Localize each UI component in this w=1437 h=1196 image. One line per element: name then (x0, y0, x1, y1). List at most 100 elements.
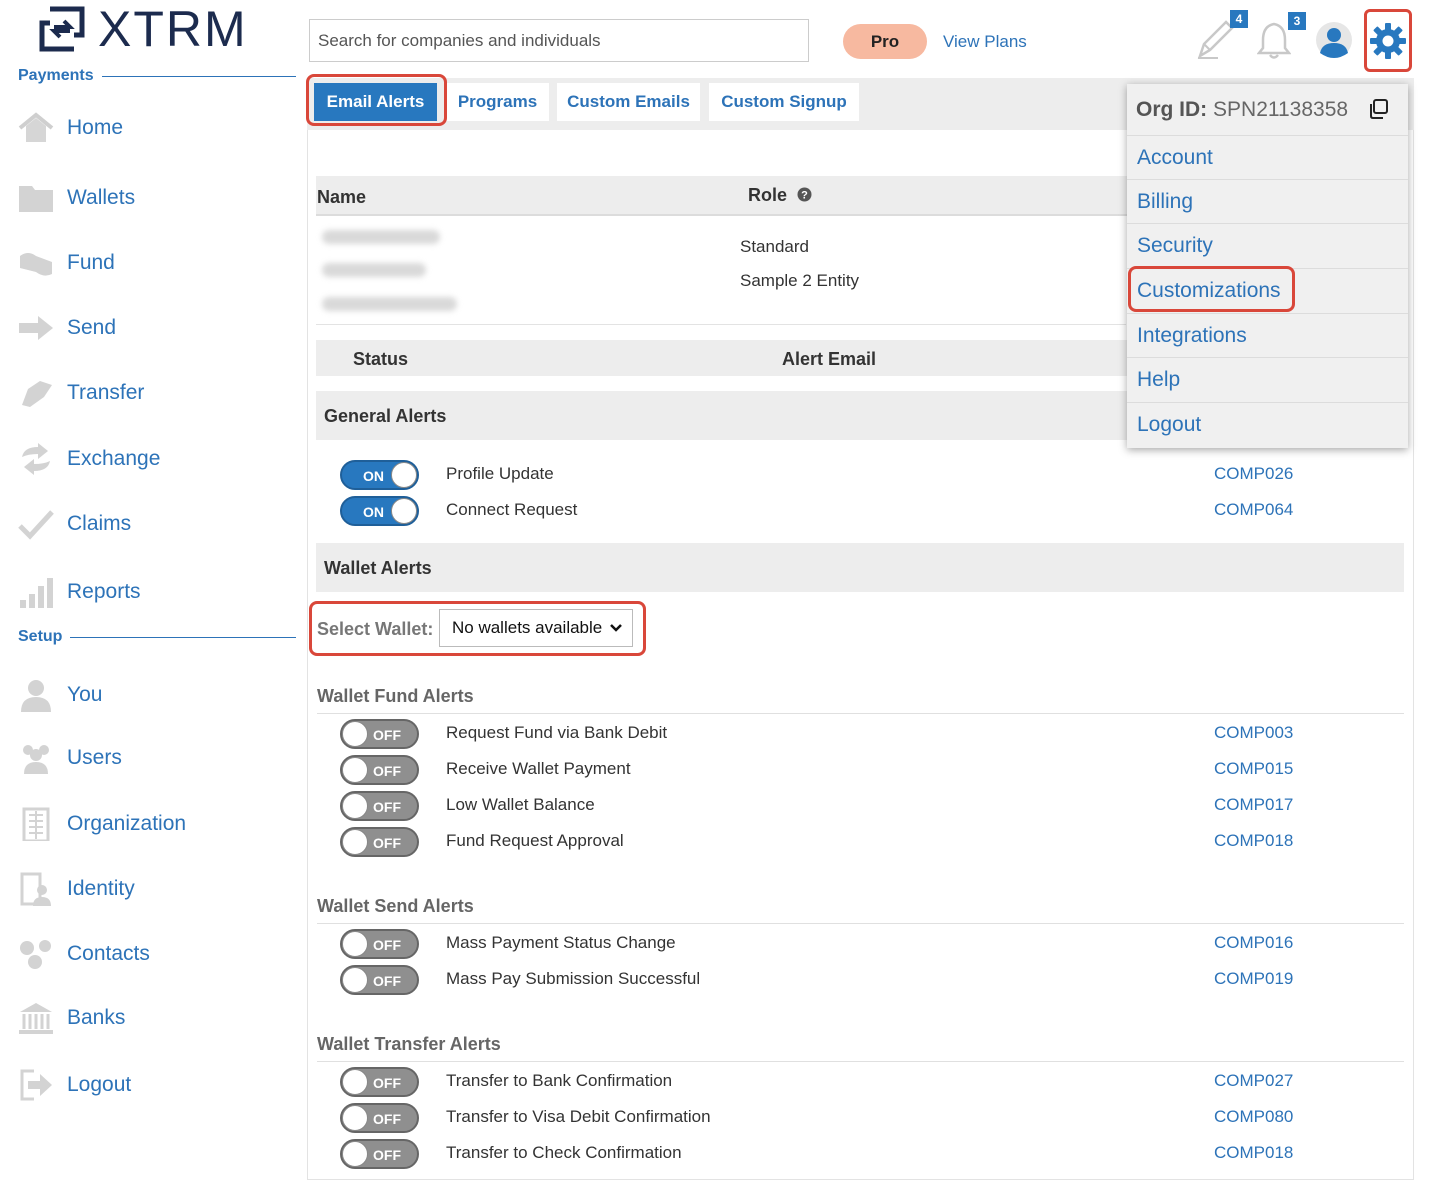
wallet-transfer-alerts-header: Wallet Transfer Alerts (317, 1034, 1404, 1062)
help-icon[interactable]: ? (797, 187, 812, 207)
alert-label: Profile Update (446, 464, 554, 483)
alert-label: Fund Request Approval (446, 831, 624, 850)
redacted-user-email (322, 297, 457, 311)
role-column-header: Role (748, 185, 788, 205)
menu-item-security[interactable]: Security (1127, 223, 1408, 267)
sidebar-item-label: Claims (67, 512, 132, 535)
building-icon (18, 806, 54, 842)
alert-email-code-link[interactable]: COMP027 (1214, 1071, 1293, 1091)
copy-icon[interactable] (1367, 98, 1389, 125)
logout-icon (18, 1067, 54, 1103)
wallet-send-alerts-header: Wallet Send Alerts (317, 896, 1404, 924)
menu-item-logout[interactable]: Logout (1127, 402, 1408, 446)
tab-custom-signup[interactable]: Custom Signup (709, 83, 859, 121)
sidebar-item-claims[interactable]: Claims (18, 504, 131, 544)
profile-update-toggle[interactable]: ON (340, 460, 419, 490)
alert-email-code-link[interactable]: COMP019 (1214, 969, 1293, 989)
alert-email-code-link[interactable]: COMP026 (1214, 464, 1293, 484)
xtrm-logo-icon (36, 5, 88, 53)
notifications-count-badge: 3 (1288, 12, 1306, 30)
alert-toggle[interactable]: OFF (340, 791, 419, 821)
bar-chart-icon (18, 574, 54, 610)
alert-toggle[interactable]: OFF (340, 1067, 419, 1097)
alert-label: Transfer to Bank Confirmation (446, 1071, 673, 1090)
sidebar-item-label: Users (67, 746, 122, 769)
brand-logo[interactable]: XTRM (36, 4, 248, 54)
sidebar-item-reports[interactable]: Reports (18, 572, 141, 612)
sidebar-item-exchange[interactable]: Exchange (18, 439, 160, 479)
bank-icon (18, 1000, 54, 1036)
sidebar-item-users[interactable]: Users (18, 738, 122, 778)
alert-toggle[interactable]: OFF (340, 965, 419, 995)
checkmark-icon (18, 506, 54, 542)
tab-programs[interactable]: Programs (446, 83, 549, 121)
alert-email-code-link[interactable]: COMP018 (1214, 831, 1293, 851)
search-input[interactable] (309, 19, 809, 62)
wallet-alerts-header: Wallet Alerts (316, 543, 1404, 592)
sidebar-item-send[interactable]: Send (18, 308, 116, 348)
alert-toggle[interactable]: OFF (340, 929, 419, 959)
alert-toggle[interactable]: OFF (340, 755, 419, 785)
alert-label: Mass Pay Submission Successful (446, 969, 701, 988)
profile-button[interactable] (1315, 21, 1353, 64)
notifications-button[interactable]: 3 (1256, 12, 1306, 65)
select-wallet-label: Select Wallet: (317, 619, 434, 639)
identity-icon (18, 871, 54, 907)
sidebar-item-contacts[interactable]: Contacts (18, 934, 150, 974)
alert-toggle[interactable]: OFF (340, 1139, 419, 1169)
alert-label: Transfer to Visa Debit Confirmation (446, 1107, 711, 1126)
wallet-alerts-title: Wallet Alerts (324, 558, 432, 578)
alert-email-code-link[interactable]: COMP015 (1214, 759, 1293, 779)
alert-email-code-link[interactable]: COMP080 (1214, 1107, 1293, 1127)
org-id-label: Org ID: (1136, 98, 1208, 121)
sidebar-item-label: Logout (67, 1073, 132, 1096)
connect-request-toggle[interactable]: ON (340, 496, 419, 526)
sidebar-item-identity[interactable]: Identity (18, 869, 135, 909)
menu-item-billing[interactable]: Billing (1127, 179, 1408, 223)
exchange-icon (18, 441, 54, 477)
alert-toggle[interactable]: OFF (340, 827, 419, 857)
alert-email-code-link[interactable]: COMP017 (1214, 795, 1293, 815)
contacts-icon (18, 936, 54, 972)
alert-email-code-link[interactable]: COMP064 (1214, 500, 1293, 520)
sidebar-item-home[interactable]: Home (18, 108, 123, 148)
avatar-icon (1316, 22, 1352, 58)
sidebar-item-fund[interactable]: Fund (18, 243, 115, 283)
tasks-button[interactable]: 4 (1196, 10, 1248, 65)
sidebar-item-label: Send (67, 316, 117, 339)
toggle-state: OFF (373, 727, 401, 743)
sidebar-item-label: Wallets (67, 186, 136, 209)
sidebar-item-label: Transfer (67, 381, 145, 404)
view-plans-link[interactable]: View Plans (943, 32, 1027, 52)
settings-button[interactable] (1364, 9, 1412, 72)
wallet-fund-alerts-header: Wallet Fund Alerts (317, 686, 1404, 714)
sidebar-item-you[interactable]: You (18, 675, 102, 715)
wallet-select[interactable]: No wallets available (439, 609, 633, 647)
wallet-select-value: No wallets available (452, 618, 603, 637)
users-icon (18, 740, 54, 776)
alert-toggle[interactable]: OFF (340, 719, 419, 749)
sidebar-item-transfer[interactable]: Transfer (18, 373, 144, 413)
alert-email-code-link[interactable]: COMP018 (1214, 1143, 1293, 1163)
send-arrow-icon (18, 310, 54, 346)
toggle-state: OFF (373, 1075, 401, 1091)
menu-item-account[interactable]: Account (1127, 135, 1408, 179)
menu-item-help[interactable]: Help (1127, 357, 1408, 401)
alert-email-code-link[interactable]: COMP003 (1214, 723, 1293, 743)
tab-custom-emails[interactable]: Custom Emails (557, 83, 700, 121)
fund-icon (18, 245, 54, 281)
gear-icon (1370, 22, 1406, 59)
entity-value: Sample 2 Entity (740, 271, 860, 290)
menu-item-customizations[interactable]: Customizations (1127, 268, 1408, 312)
sidebar-item-banks[interactable]: Banks (18, 998, 125, 1038)
sidebar-item-logout[interactable]: Logout (18, 1065, 131, 1105)
alert-toggle[interactable]: OFF (340, 1103, 419, 1133)
plan-badge[interactable]: Pro (843, 24, 927, 59)
alert-email-code-link[interactable]: COMP016 (1214, 933, 1293, 953)
tab-email-alerts[interactable]: Email Alerts (314, 83, 437, 121)
sidebar-item-wallets[interactable]: Wallets (18, 178, 135, 218)
alert-label: Low Wallet Balance (446, 795, 595, 814)
menu-item-integrations[interactable]: Integrations (1127, 313, 1408, 357)
sidebar-item-organization[interactable]: Organization (18, 804, 186, 844)
alert-label: Connect Request (446, 500, 578, 519)
